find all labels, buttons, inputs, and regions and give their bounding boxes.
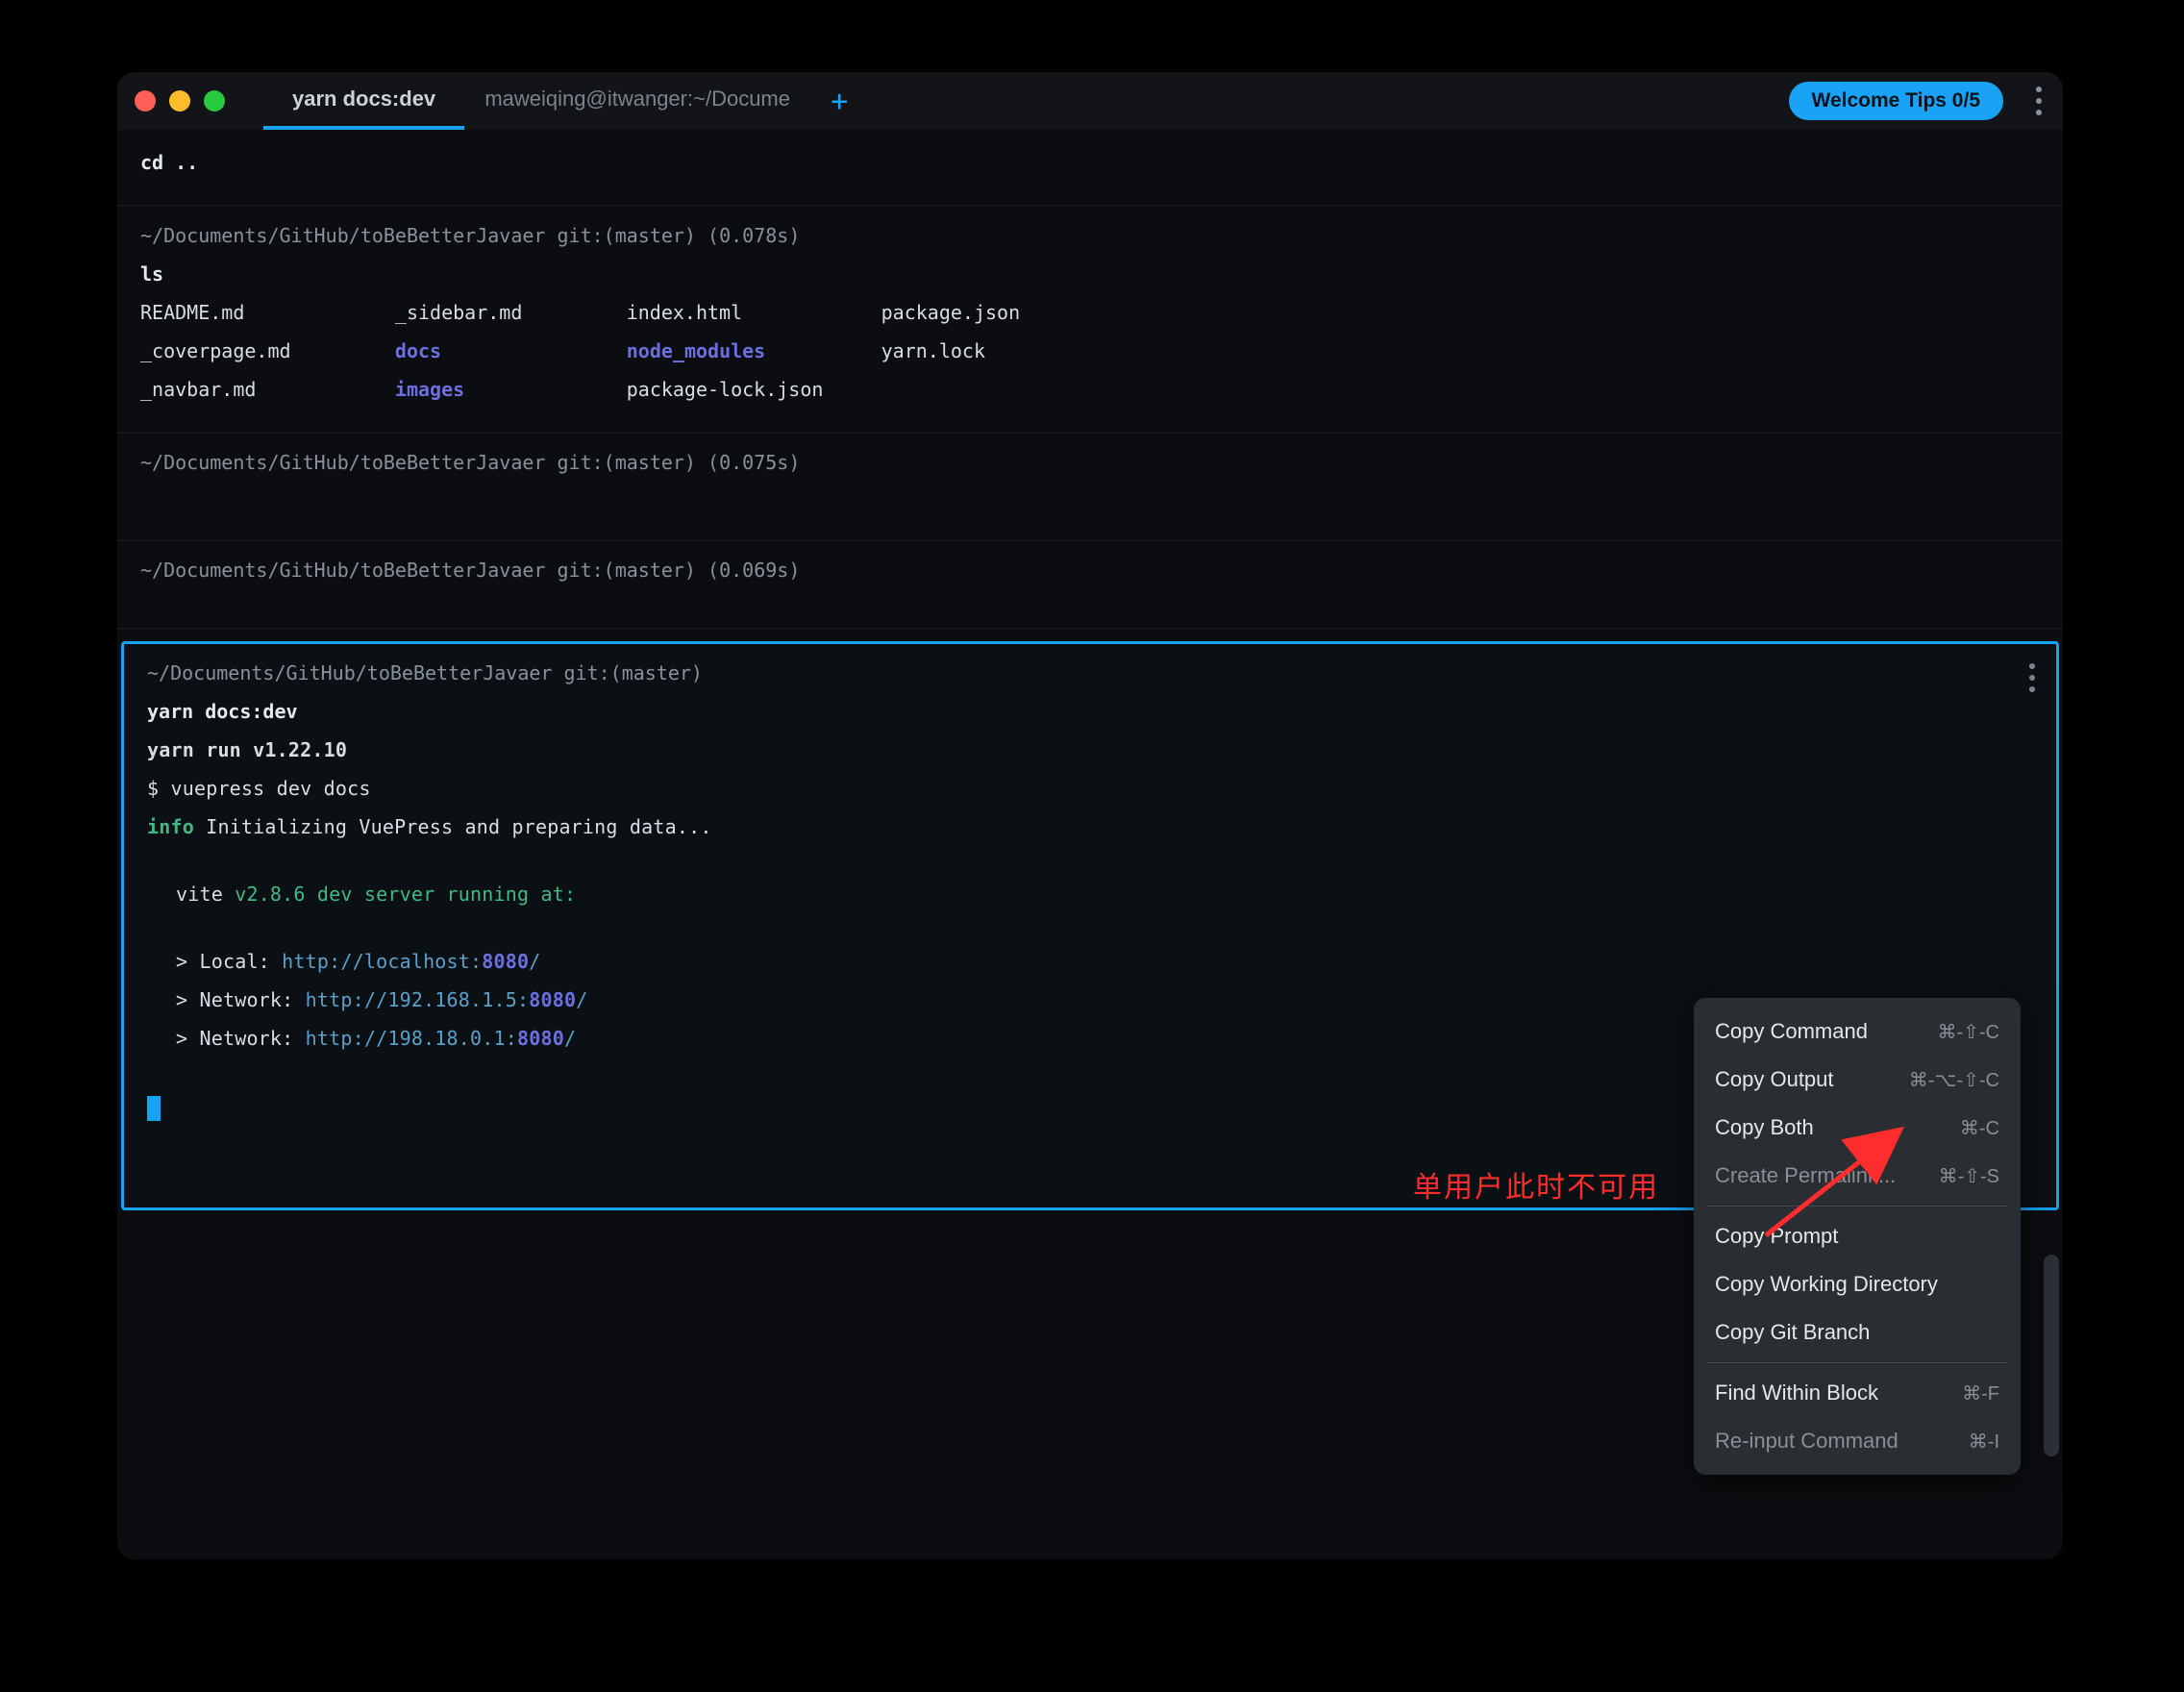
menu-item-label: Re-input Command — [1715, 1429, 1899, 1454]
command-text: yarn docs:dev — [147, 692, 2033, 731]
block-menu-icon[interactable] — [2029, 663, 2035, 692]
terminal-block[interactable]: cd .. — [117, 134, 2063, 207]
command-text: cd .. — [140, 143, 2040, 182]
scrollbar-thumb[interactable] — [2044, 1255, 2059, 1456]
menu-item-shortcut: ⌘-F — [1962, 1381, 1999, 1406]
terminal-block[interactable]: ~/Documents/GitHub/toBeBetterJavaer git:… — [117, 434, 2063, 541]
terminal-block[interactable]: ~/Documents/GitHub/toBeBetterJavaer git:… — [117, 541, 2063, 630]
menu-item[interactable]: Copy Git Branch — [1694, 1308, 2021, 1356]
menu-divider — [1707, 1362, 2007, 1363]
menu-item[interactable]: Find Within Block ⌘-F — [1694, 1369, 2021, 1417]
menu-item[interactable]: Create Permalink... ⌘-⇧-S — [1694, 1152, 2021, 1200]
output-line: info Initializing VuePress and preparing… — [147, 808, 2033, 846]
menu-item-label: Copy Git Branch — [1715, 1320, 1870, 1345]
tab-active[interactable]: yarn docs:dev — [263, 72, 464, 130]
server-url[interactable]: > Local: http://localhost:8080/ — [147, 942, 2033, 981]
output-line: $ vuepress dev docs — [147, 769, 2033, 808]
prompt: ~/Documents/GitHub/toBeBetterJavaer git:… — [140, 216, 2040, 255]
terminal-block[interactable]: ~/Documents/GitHub/toBeBetterJavaer git:… — [117, 207, 2063, 434]
ls-output: README.md _sidebar.md index.html package… — [140, 293, 2040, 409]
menu-item[interactable]: Copy Prompt — [1694, 1212, 2021, 1260]
app-window: yarn docs:dev maweiqing@itwanger:~/Docum… — [117, 72, 2063, 1559]
command-text: ls — [140, 255, 2040, 293]
menu-item-label: Find Within Block — [1715, 1381, 1878, 1406]
menu-item-label: Create Permalink... — [1715, 1163, 1896, 1188]
output-line: vite v2.8.6 dev server running at: — [147, 875, 2033, 913]
menu-item[interactable]: Copy Command ⌘-⇧-C — [1694, 1008, 2021, 1056]
menu-item-label: Copy Working Directory — [1715, 1272, 1938, 1297]
window-controls — [131, 90, 235, 112]
welcome-tips-pill[interactable]: Welcome Tips 0/5 — [1789, 82, 2003, 120]
zoom-icon[interactable] — [204, 90, 225, 112]
menu-item[interactable]: Copy Output ⌘-⌥-⇧-C — [1694, 1056, 2021, 1104]
overflow-menu-icon[interactable] — [2028, 87, 2049, 115]
menu-item-label: Copy Both — [1715, 1115, 1814, 1140]
output-line: yarn run v1.22.10 — [147, 731, 2033, 769]
menu-item[interactable]: Copy Both ⌘-C — [1694, 1104, 2021, 1152]
prompt: ~/Documents/GitHub/toBeBetterJavaer git:… — [140, 551, 2040, 589]
close-icon[interactable] — [135, 90, 156, 112]
titlebar: yarn docs:dev maweiqing@itwanger:~/Docum… — [117, 72, 2063, 130]
menu-item-label: Copy Command — [1715, 1019, 1868, 1044]
tab-inactive[interactable]: maweiqing@itwanger:~/Docume — [464, 72, 810, 130]
menu-item-label: Copy Output — [1715, 1067, 1834, 1092]
menu-item-shortcut: ⌘-C — [1960, 1116, 1999, 1140]
context-menu: Copy Command⌘-⇧-CCopy Output⌘-⌥-⇧-CCopy … — [1694, 998, 2021, 1475]
menu-item-shortcut: ⌘-I — [1969, 1430, 1999, 1454]
menu-item-shortcut: ⌘-⌥-⇧-C — [1909, 1068, 1999, 1092]
menu-item[interactable]: Re-input Command ⌘-I — [1694, 1417, 2021, 1465]
prompt: ~/Documents/GitHub/toBeBetterJavaer git:… — [147, 654, 2033, 692]
tab-bar: yarn docs:dev maweiqing@itwanger:~/Docum… — [263, 72, 858, 130]
new-tab-button[interactable]: + — [820, 82, 858, 120]
cursor — [147, 1096, 161, 1121]
menu-item-label: Copy Prompt — [1715, 1224, 1838, 1249]
menu-item[interactable]: Copy Working Directory — [1694, 1260, 2021, 1308]
minimize-icon[interactable] — [169, 90, 190, 112]
menu-item-shortcut: ⌘-⇧-S — [1939, 1164, 1999, 1188]
menu-item-shortcut: ⌘-⇧-C — [1937, 1020, 1999, 1044]
menu-divider — [1707, 1206, 2007, 1207]
prompt: ~/Documents/GitHub/toBeBetterJavaer git:… — [140, 443, 2040, 482]
